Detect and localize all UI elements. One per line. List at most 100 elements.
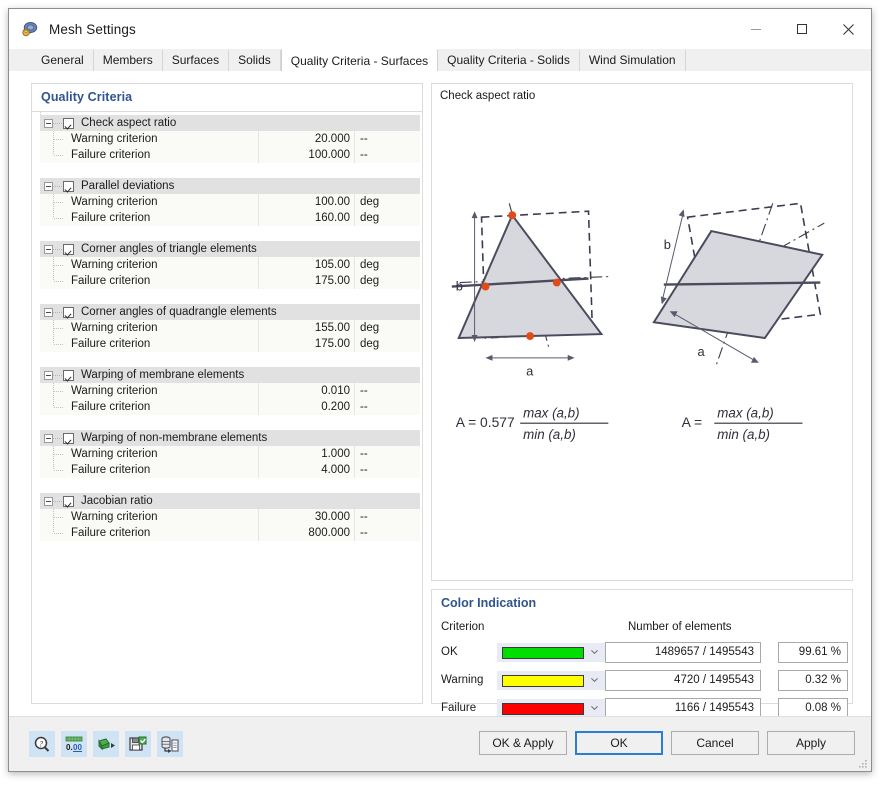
tab-quality-criteria-solids[interactable]: Quality Criteria - Solids [438,50,580,71]
close-button[interactable] [825,9,871,49]
criteria-row-value[interactable]: 1.000 [258,446,354,462]
criteria-row[interactable]: Warning criterion105.00deg [40,257,420,273]
color-criterion-label: Warning [441,674,483,686]
save-defaults-icon[interactable] [125,731,151,757]
criteria-group-label: Corner angles of triangle elements [81,241,257,257]
number-format-icon[interactable]: 0. 00 [61,731,87,757]
criteria-row-value[interactable]: 800.000 [258,525,354,541]
tree-tick [54,202,63,203]
tab-members[interactable]: Members [94,50,163,71]
criteria-group-header[interactable]: Check aspect ratio [40,115,420,131]
collapse-toggle-icon[interactable] [44,434,53,443]
criteria-group-header[interactable]: Corner angles of quadrangle elements [40,304,420,320]
criteria-row-value[interactable]: 160.00 [258,210,354,226]
collapse-toggle-icon[interactable] [44,308,53,317]
minimize-button[interactable] [733,9,779,49]
criteria-tree[interactable]: Check aspect ratioWarning criterion20.00… [32,112,422,703]
criteria-row[interactable]: Failure criterion0.200-- [40,399,420,415]
info-magnifier-icon[interactable]: ? [29,731,55,757]
collapse-toggle-icon[interactable] [44,182,53,191]
criteria-row[interactable]: Failure criterion175.00deg [40,273,420,289]
criteria-row-unit: deg [354,320,420,336]
tree-tick [54,344,63,345]
tab-wind-simulation[interactable]: Wind Simulation [580,50,686,71]
collapse-toggle-icon[interactable] [44,497,53,506]
chevron-down-icon [591,678,598,682]
criteria-group-checkbox[interactable] [63,307,74,318]
criteria-group-header[interactable]: Corner angles of triangle elements [40,241,420,257]
tab-quality-criteria-surfaces[interactable]: Quality Criteria - Surfaces [281,49,438,71]
element-count-field[interactable]: 1489657 / 1495543 [605,642,761,663]
tab-general[interactable]: General [31,50,94,71]
criteria-group: Check aspect ratioWarning criterion20.00… [32,115,422,178]
criteria-row[interactable]: Failure criterion100.000-- [40,147,420,163]
collapse-toggle-icon[interactable] [44,371,53,380]
criteria-rows: Warning criterion20.000--Failure criteri… [32,131,422,163]
criteria-row[interactable]: Warning criterion0.010-- [40,383,420,399]
criteria-group-checkbox[interactable] [63,433,74,444]
criteria-row[interactable]: Warning criterion30.000-- [40,509,420,525]
criteria-group-checkbox[interactable] [63,181,74,192]
criteria-row[interactable]: Warning criterion100.00deg [40,194,420,210]
cancel-button[interactable]: Cancel [671,731,759,755]
element-percent-field[interactable]: 0.32 % [778,670,848,691]
criteria-rows: Warning criterion105.00degFailure criter… [32,257,422,289]
criteria-row[interactable]: Warning criterion155.00deg [40,320,420,336]
tree-connector [53,186,63,187]
collapse-toggle-icon[interactable] [44,245,53,254]
color-select[interactable] [497,671,607,690]
tab-surfaces[interactable]: Surfaces [163,50,229,71]
resize-grip[interactable] [856,756,868,768]
criteria-row[interactable]: Failure criterion175.00deg [40,336,420,352]
copy-from-model-icon[interactable] [157,731,183,757]
criteria-group-label: Parallel deviations [81,178,174,194]
criteria-group-header[interactable]: Warping of membrane elements [40,367,420,383]
element-count-field[interactable]: 4720 / 1495543 [605,670,761,691]
dialog-buttons: OK & Apply OK Cancel Apply [479,731,855,755]
tree-connector [53,312,63,313]
tree-tick [54,470,63,471]
criteria-row-value[interactable]: 155.00 [258,320,354,336]
criteria-row-value[interactable]: 175.00 [258,273,354,289]
criteria-row-value[interactable]: 105.00 [258,257,354,273]
criteria-row-value[interactable]: 4.000 [258,462,354,478]
criteria-row-value[interactable]: 100.00 [258,194,354,210]
color-select[interactable] [497,643,607,662]
criteria-group-checkbox[interactable] [63,244,74,255]
criteria-row[interactable]: Failure criterion160.00deg [40,210,420,226]
maximize-button[interactable] [779,9,825,49]
criteria-row[interactable]: Failure criterion800.000-- [40,525,420,541]
ok-button[interactable]: OK [575,731,663,755]
criteria-rows: Warning criterion30.000--Failure criteri… [32,509,422,541]
tab-solids[interactable]: Solids [229,50,281,71]
mesh-settings-icon [21,20,39,38]
criteria-group-checkbox[interactable] [63,370,74,381]
criteria-group-checkbox[interactable] [63,496,74,507]
criteria-row-value[interactable]: 30.000 [258,509,354,525]
color-indication-panel: Color Indication Criterion Number of ele… [431,589,853,704]
criteria-group-header[interactable]: Warping of non-membrane elements [40,430,420,446]
criteria-row[interactable]: Warning criterion20.000-- [40,131,420,147]
group-spacer [32,541,422,556]
criteria-row-unit: deg [354,210,420,226]
units-icon[interactable] [93,731,119,757]
criteria-row-value[interactable]: 20.000 [258,131,354,147]
criteria-row-value[interactable]: 100.000 [258,147,354,163]
collapse-toggle-icon[interactable] [44,119,53,128]
group-spacer [32,478,422,493]
element-percent-field[interactable]: 99.61 % [778,642,848,663]
criteria-row[interactable]: Warning criterion1.000-- [40,446,420,462]
criteria-group: Corner angles of quadrangle elementsWarn… [32,304,422,367]
apply-button[interactable]: Apply [767,731,855,755]
criteria-group-header[interactable]: Jacobian ratio [40,493,420,509]
criteria-row-value[interactable]: 0.010 [258,383,354,399]
criteria-row-label: Failure criterion [40,462,258,478]
criteria-group-header[interactable]: Parallel deviations [40,178,420,194]
criteria-row[interactable]: Failure criterion4.000-- [40,462,420,478]
ok-apply-button[interactable]: OK & Apply [479,731,567,755]
criteria-group-checkbox[interactable] [63,118,74,129]
svg-text:0.: 0. [66,743,73,752]
criteria-row-value[interactable]: 175.00 [258,336,354,352]
criteria-row-value[interactable]: 0.200 [258,399,354,415]
tree-connector [53,375,63,376]
